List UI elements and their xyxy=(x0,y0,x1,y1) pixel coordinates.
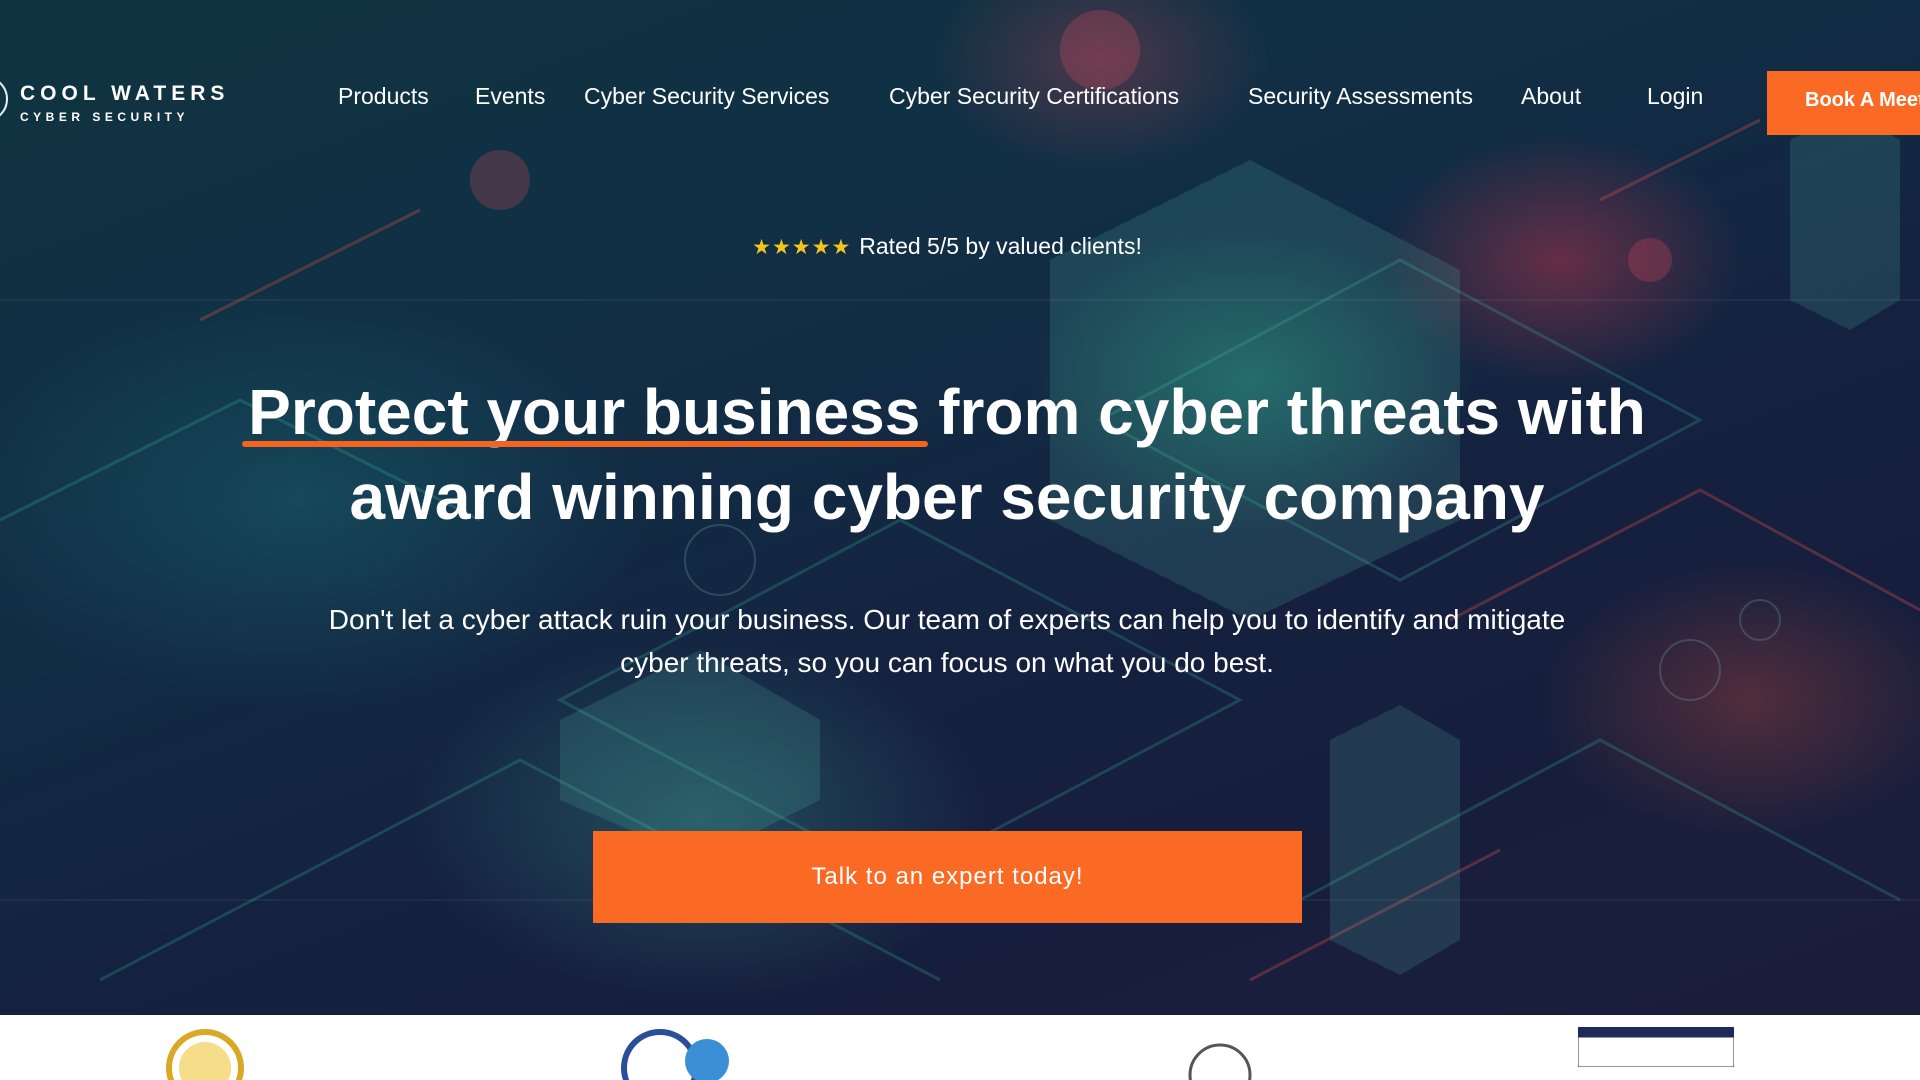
hero-headline: Protect your business from cyber threats… xyxy=(0,370,1894,540)
brand-name: COOL WATERS xyxy=(20,82,230,105)
logo-mark-icon xyxy=(0,76,8,122)
certification-body-badge-gold-icon xyxy=(166,1029,244,1080)
advisor-badge-icon xyxy=(1188,1043,1252,1080)
hero-subtext: Don't let a cyber attack ruin your busin… xyxy=(328,604,1566,678)
headline-line1-rest: from cyber threats with xyxy=(920,376,1646,448)
headline-highlight: Protect your business xyxy=(242,370,929,455)
accreditation-badges xyxy=(0,1015,1920,1080)
brand-tagline: CYBER SECURITY xyxy=(20,110,190,124)
nav-item-login[interactable]: Login xyxy=(1647,83,1703,110)
client-rating: ★★★★★ Rated 5/5 by valued clients! xyxy=(0,233,1894,260)
nav-item-cyber-security-certifications[interactable]: Cyber Security Certifications xyxy=(889,83,1179,110)
book-a-meeting-button[interactable]: Book A Meeting xyxy=(1767,71,1920,135)
certification-body-badge-blue-icon xyxy=(621,1029,729,1080)
assured-service-provider-badge-icon xyxy=(1578,1027,1734,1067)
rating-text: Rated 5/5 by valued clients! xyxy=(859,233,1142,259)
talk-to-expert-button[interactable]: Talk to an expert today! xyxy=(593,831,1302,923)
nav-item-products[interactable]: Products xyxy=(338,83,429,110)
nav-item-about[interactable]: About xyxy=(1521,83,1581,110)
nav-item-security-assessments[interactable]: Security Assessments xyxy=(1248,83,1473,110)
nav-item-events[interactable]: Events xyxy=(475,83,545,110)
nav-item-cyber-security-services[interactable]: Cyber Security Services xyxy=(584,83,829,110)
hero-section: COOL WATERS CYBER SECURITY Products Even… xyxy=(0,0,1920,1015)
five-stars-icon: ★★★★★ xyxy=(752,236,852,259)
logo[interactable]: COOL WATERS CYBER SECURITY xyxy=(0,72,240,142)
headline-line2: award winning cyber security company xyxy=(349,461,1545,533)
